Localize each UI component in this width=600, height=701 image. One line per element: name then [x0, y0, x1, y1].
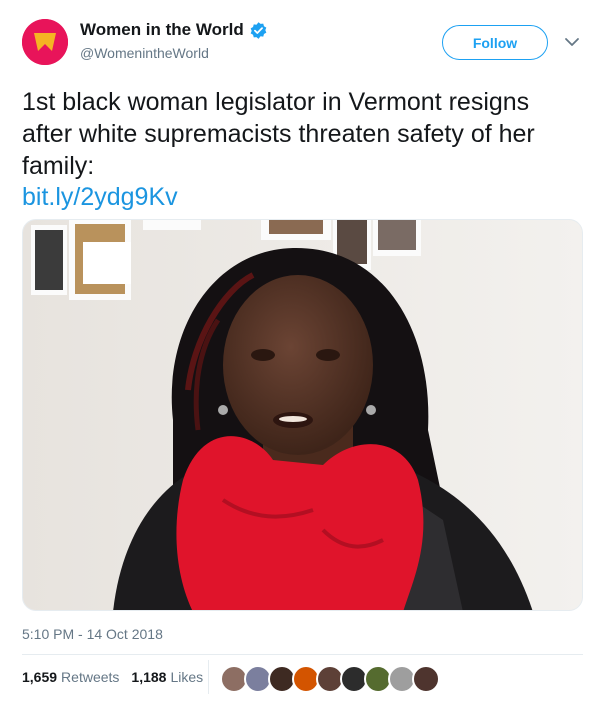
retweet-label[interactable]: Retweets — [61, 669, 119, 685]
stats-separator — [208, 660, 209, 694]
tweet-timestamp[interactable]: 5:10 PM - 14 Oct 2018 — [22, 626, 163, 642]
liker-avatar-list — [220, 665, 440, 693]
tweet-card: Women in the World @WomenintheWorld Foll… — [0, 0, 600, 701]
follow-button[interactable]: Follow — [442, 25, 548, 60]
tweet-stats: 1,659 Retweets 1,188 Likes — [22, 669, 203, 685]
account-avatar[interactable] — [22, 19, 68, 65]
account-display-name[interactable]: Women in the World — [80, 20, 244, 40]
liker-avatar[interactable] — [412, 665, 440, 693]
women-in-the-world-logo-icon — [22, 19, 68, 65]
tweet-text: 1st black woman legislator in Vermont re… — [22, 88, 535, 180]
woman-portrait-image — [23, 220, 582, 610]
account-handle[interactable]: @WomenintheWorld — [80, 45, 209, 61]
divider — [22, 654, 583, 655]
retweet-count[interactable]: 1,659 — [22, 669, 57, 685]
verified-badge-icon — [250, 21, 267, 39]
tweet-link[interactable]: bit.ly/2ydg9Kv — [22, 181, 178, 213]
chevron-down-icon[interactable] — [563, 33, 581, 51]
like-label[interactable]: Likes — [170, 669, 203, 685]
account-name-row: Women in the World — [80, 20, 268, 40]
tweet-photo[interactable] — [22, 219, 583, 611]
like-count[interactable]: 1,188 — [131, 669, 166, 685]
